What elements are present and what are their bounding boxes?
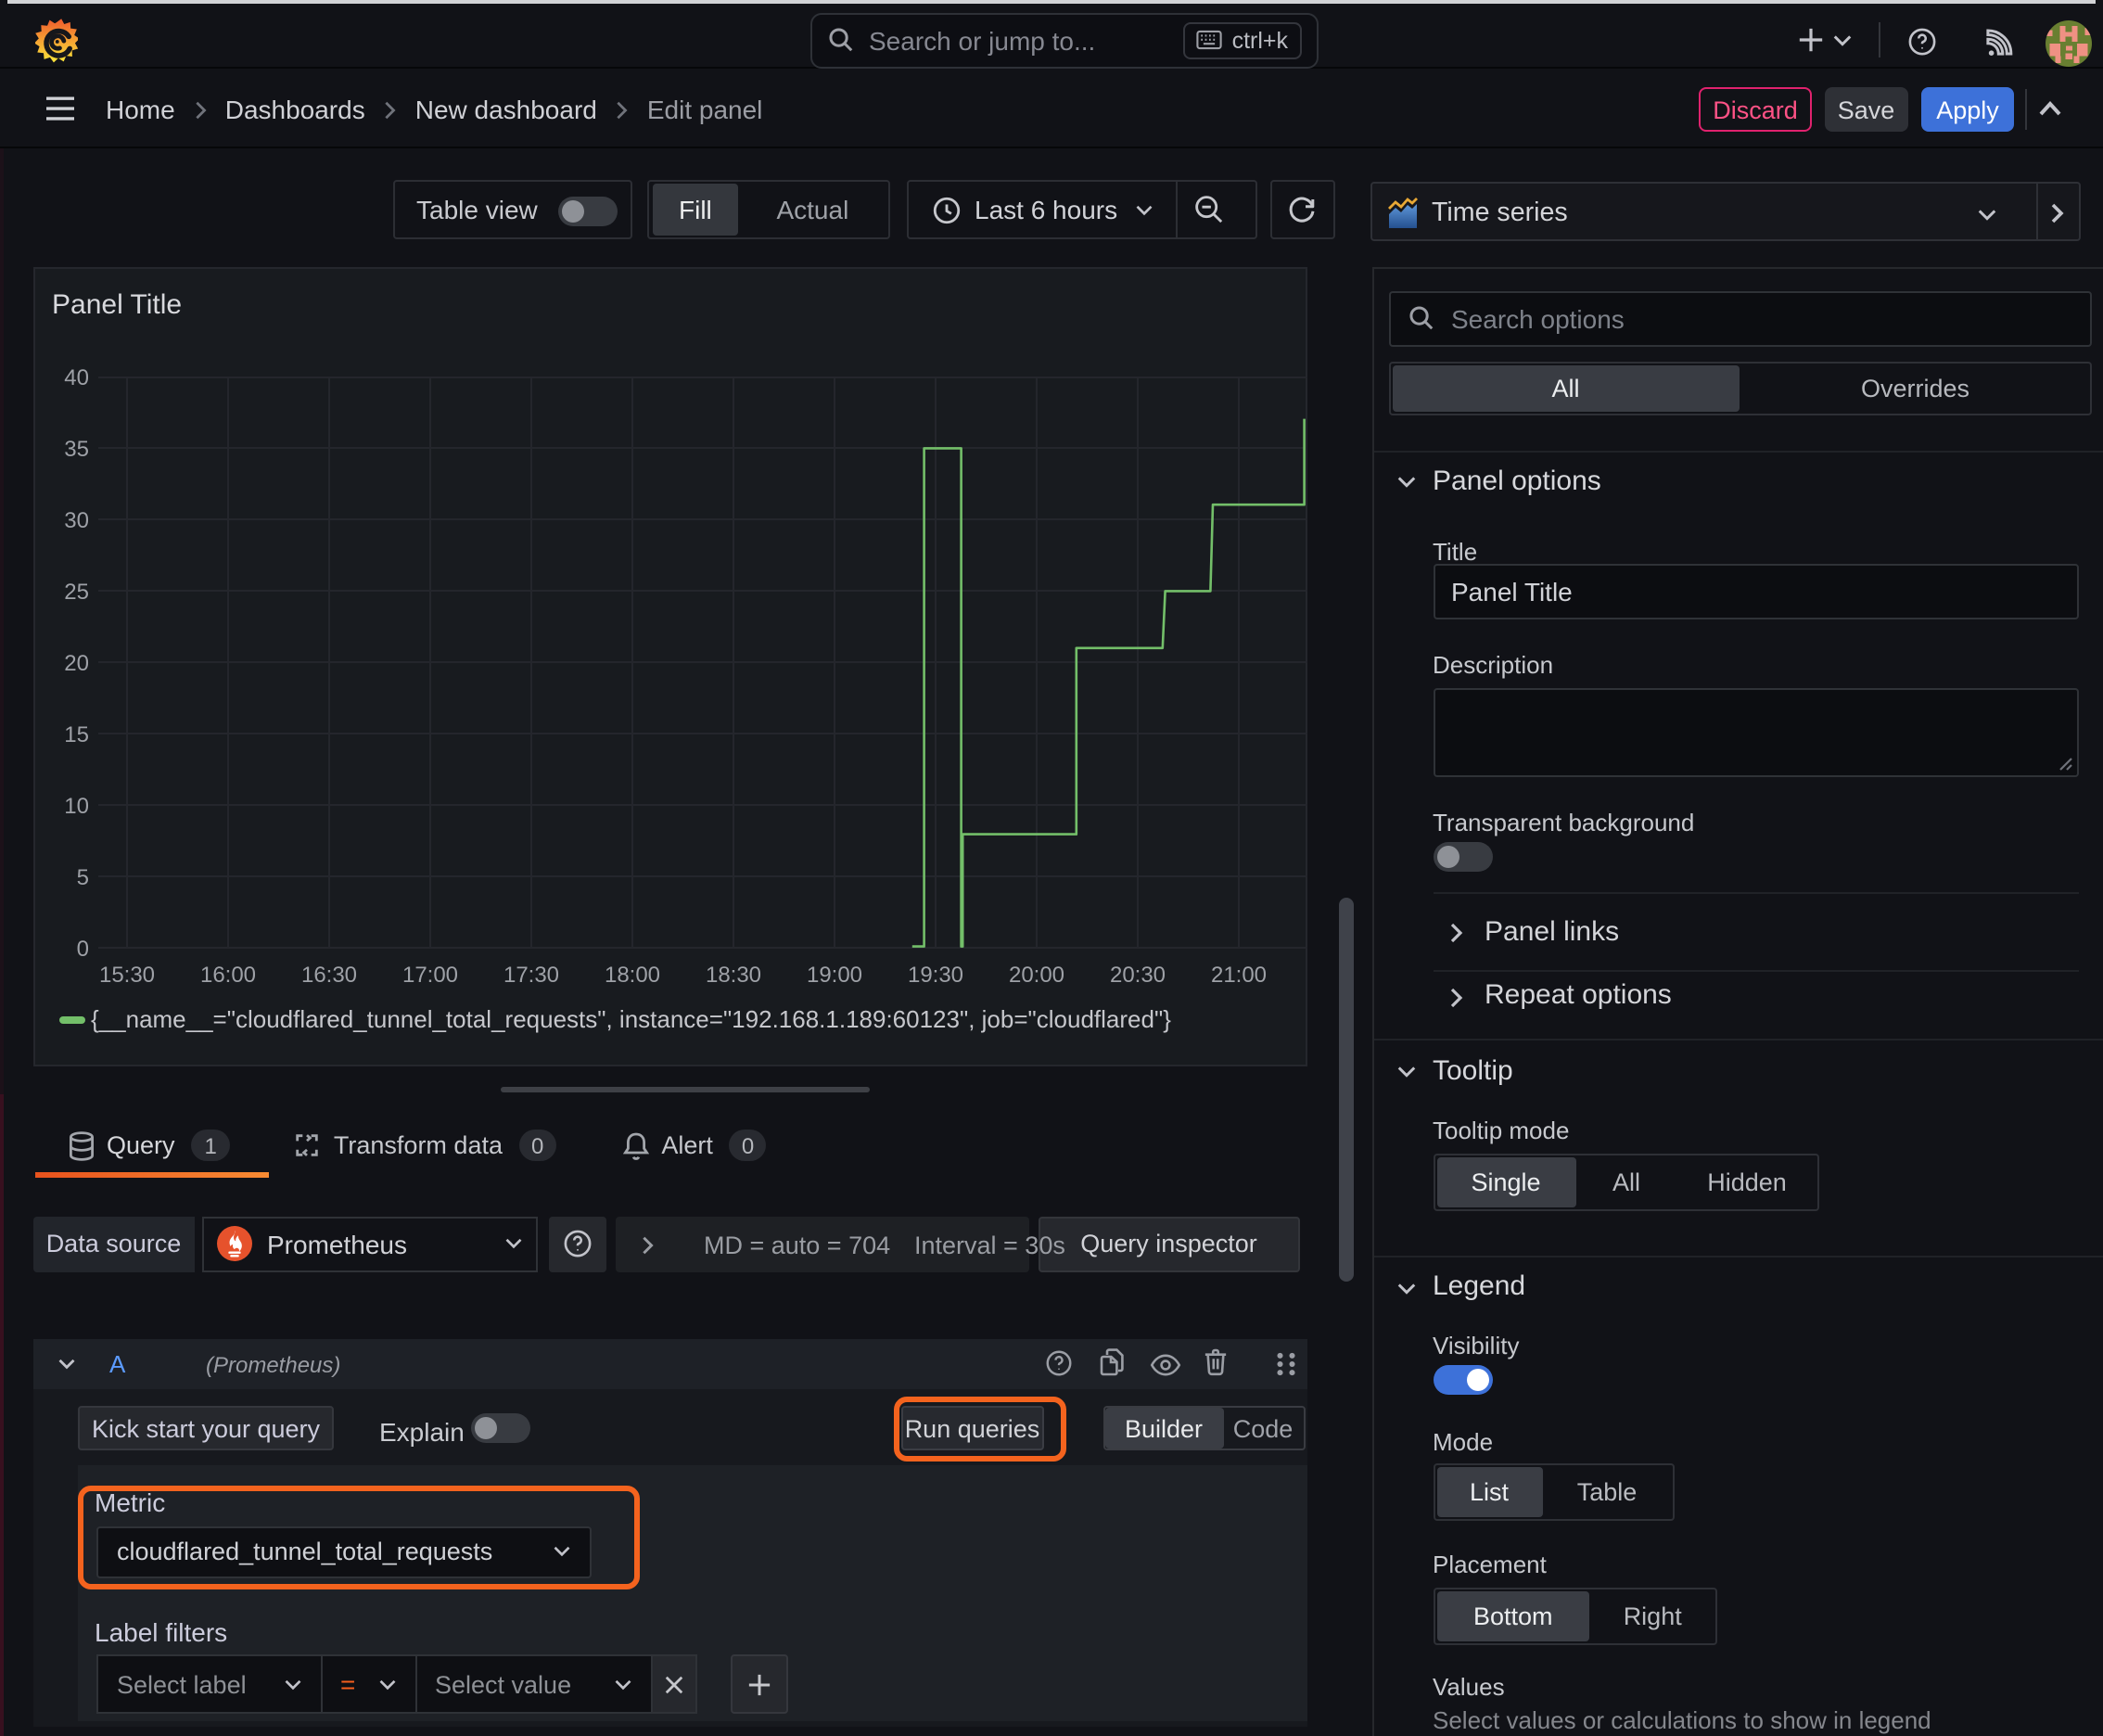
svg-text:10: 10 (63, 793, 88, 818)
svg-text:5: 5 (76, 864, 88, 889)
svg-text:17:30: 17:30 (503, 962, 558, 987)
svg-text:15:30: 15:30 (98, 962, 154, 987)
svg-text:15: 15 (63, 721, 88, 747)
svg-text:18:00: 18:00 (604, 962, 659, 987)
svg-text:16:00: 16:00 (199, 962, 255, 987)
svg-text:40: 40 (63, 364, 88, 389)
svg-text:20:30: 20:30 (1109, 962, 1165, 987)
svg-text:35: 35 (63, 436, 88, 461)
svg-text:21:00: 21:00 (1210, 962, 1266, 987)
svg-text:30: 30 (63, 507, 88, 532)
svg-text:0: 0 (76, 936, 88, 961)
svg-text:17:00: 17:00 (401, 962, 457, 987)
svg-text:19:30: 19:30 (907, 962, 962, 987)
svg-text:20:00: 20:00 (1008, 962, 1064, 987)
svg-text:25: 25 (63, 579, 88, 604)
svg-text:18:30: 18:30 (705, 962, 760, 987)
svg-text:16:30: 16:30 (300, 962, 356, 987)
svg-text:20: 20 (63, 650, 88, 675)
svg-text:19:00: 19:00 (806, 962, 861, 987)
